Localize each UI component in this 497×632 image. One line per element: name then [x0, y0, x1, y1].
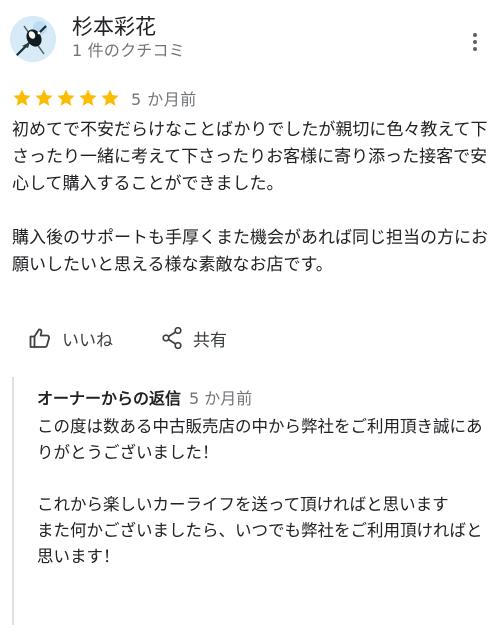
like-button[interactable]: いいね — [28, 326, 113, 351]
review-header: 杉本彩花 1 件のクチコミ — [10, 12, 487, 68]
more-options-button[interactable] — [463, 28, 487, 56]
thumb-up-icon — [29, 328, 50, 348]
owner-reply-text: この度は数ある中古販売店の中から弊社をご利用頂き誠にありがとうございました！ こ… — [37, 417, 483, 566]
rating-row: 5 か月前 — [12, 86, 197, 110]
like-label: いいね — [62, 330, 113, 351]
review-text: 初めてで不安だらけなことばかりでしたが親切に色々教えて下さったり一緒に考えて下さ… — [12, 120, 488, 275]
avatar[interactable] — [10, 16, 56, 62]
author-review-count: 1 件のクチコミ — [72, 41, 185, 60]
owner-reply-author: オーナーからの返信 — [37, 389, 182, 408]
avatar-image — [10, 16, 56, 62]
owner-reply-header: オーナーからの返信 5 か月前 — [37, 387, 252, 411]
share-label: 共有 — [193, 330, 227, 351]
owner-reply-time: 5 か月前 — [189, 389, 253, 408]
more-vert-icon — [473, 33, 477, 37]
star-icon — [101, 89, 119, 106]
star-icon — [35, 89, 53, 106]
review-card: 杉本彩花 1 件のクチコミ 5 か月前 初めてで不安だらけなことばかりでしたが親… — [0, 0, 497, 632]
review-time: 5 か月前 — [131, 90, 197, 109]
author-name[interactable]: 杉本彩花 — [72, 14, 156, 40]
star-icon — [57, 89, 75, 106]
star-icon — [13, 89, 31, 106]
owner-reply: オーナーからの返信 5 か月前 この度は数ある中古販売店の中から弊社をご利用頂き誠… — [12, 377, 494, 625]
share-icon — [162, 326, 182, 350]
review-actions: いいね 共有 — [28, 323, 227, 353]
star-rating — [12, 88, 120, 108]
star-icon — [79, 89, 97, 106]
share-button[interactable]: 共有 — [161, 326, 227, 351]
